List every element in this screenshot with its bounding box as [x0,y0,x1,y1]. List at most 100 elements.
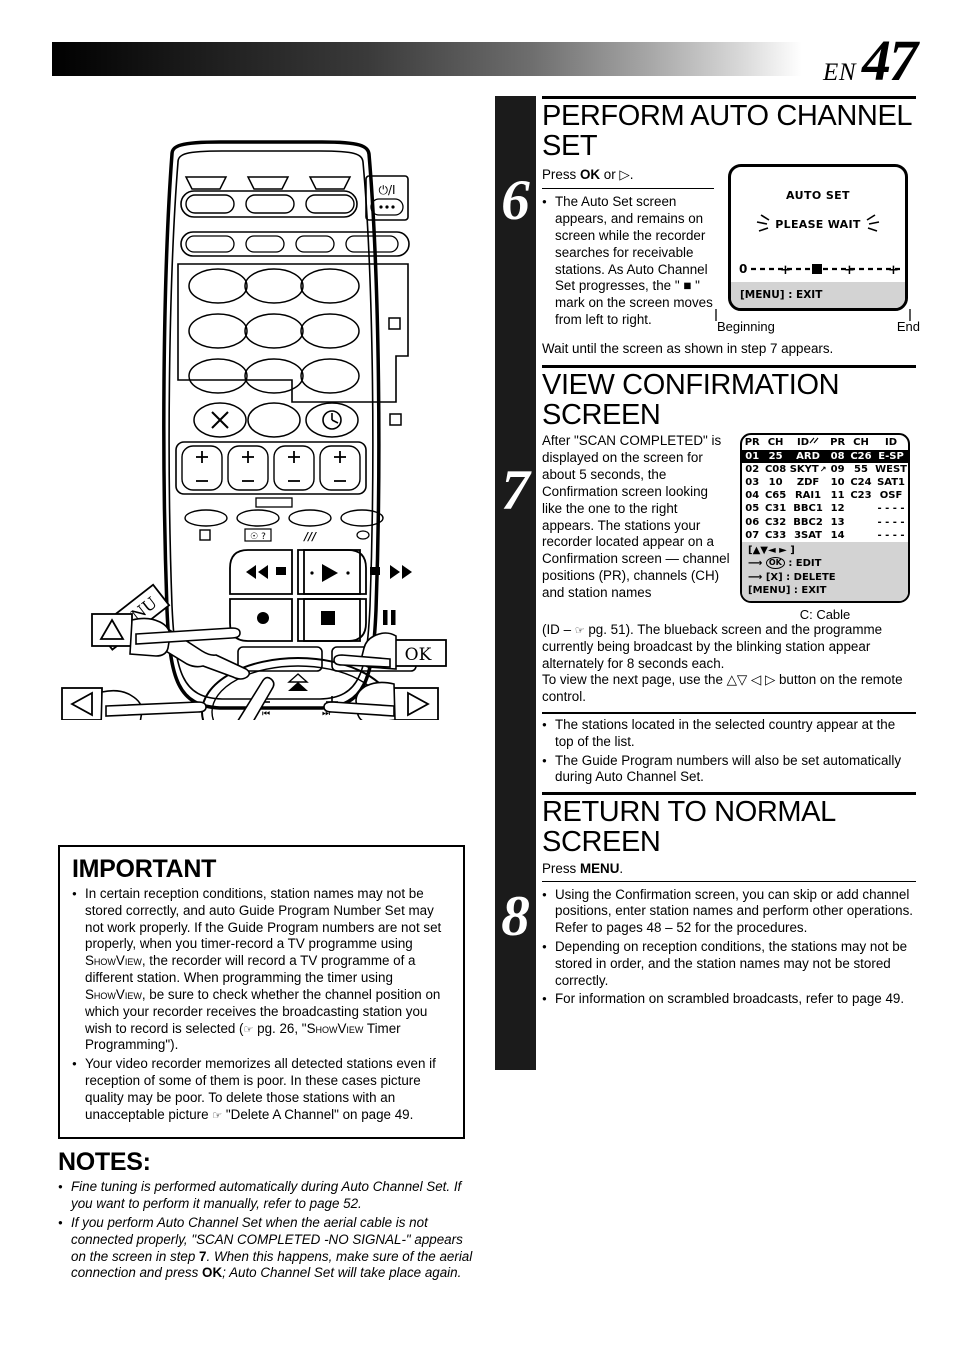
confirmation-table-body: 01 25 ARD 08 C26 E-SP 02 C08 SKYT↗ 09 55 WEST 03 10 ZD… [742,449,908,542]
table-cell-ch-l: C33 [764,529,787,541]
timer-clock-icon [322,410,342,430]
table-cell-pr-r: 08 [830,450,845,462]
remote-body-inner [168,150,374,700]
list-item: Fine tuning is performed automatically d… [58,1179,473,1213]
table-cell-ch-l: C31 [764,503,787,515]
table-row[interactable]: 06 C32 BBC2 13 - - - - [742,516,908,529]
table-row[interactable]: 04 C65 RAI1 11 C23 OSF [742,489,908,502]
table-cell-ch-r [848,516,874,529]
th-id-left: ID [789,435,828,449]
confirmation-table: PR CH ID PR CH ID 01 25 ARD 08 C26 E-SP 02 C08 S… [742,435,908,542]
menu-hint-edit-text: : EDIT [788,558,822,570]
step-6-bullet: The Auto Set screen appears, and remains… [542,194,714,329]
table-cell-id-l: ZDF [796,477,820,488]
auto-set-title: AUTO SET [786,189,850,203]
remote-rocker-group [175,441,367,495]
table-cell-id-l: RAI1 [794,490,822,502]
step-6-bullets: The Auto Set screen appears, and remains… [542,194,714,329]
table-row[interactable]: 07 C33 3SAT 14 - - - - [742,529,908,542]
remote-number-keys [188,268,360,394]
ok-button-glyph: OK [765,557,785,570]
list-item: If you perform Auto Channel Set when the… [58,1215,473,1283]
auto-set-message: PLEASE WAIT [731,213,905,238]
table-cell-pr-r: 10 [830,477,845,488]
table-cell-pr-r: 14 [830,529,845,541]
step-7-bullets: The stations located in the selected cou… [542,717,916,786]
table-cell-pr-r: 11 [830,490,845,502]
callout-up [91,613,133,647]
notes-bullet-list: Fine tuning is performed automatically d… [58,1179,473,1282]
remote-small-tab [255,497,293,508]
table-row[interactable]: 05 C31 BBC1 12 - - - - [742,502,908,515]
table-cell-pr-r: 09 [830,463,845,475]
caption-beginning: Beginning [717,319,775,335]
table-cell-pr-r: 12 [830,503,845,515]
list-item: The stations located in the selected cou… [542,717,916,751]
blink-indicator-icon: ↗ [819,464,827,474]
section-heading-perform-auto-channel-set: PERFORM AUTO CHANNEL SET [542,100,912,163]
table-cell-pr-l: 02 [745,463,760,475]
table-row[interactable]: 01 25 ARD 08 C26 E-SP [742,449,908,463]
table-cell-id-r: E-SP [878,450,904,462]
step-6-instruction: Press OK or ▷. [542,167,714,183]
showview-wordmark: ShowView [306,1020,364,1036]
table-cell-id-r: - - - - [877,516,905,528]
pointing-hand-icon: ☞ [574,623,585,637]
table-cell-id-r: SAT1 [877,477,906,488]
remote-button [185,194,235,214]
step-number-7: 7 [501,459,530,522]
instruction-suffix: . [619,860,624,876]
page-number: 47 [862,28,918,93]
table-row[interactable]: 03 10 ZDF 10 C24 SAT1 [742,476,908,489]
section-heading-return-to-normal-screen: RETURN TO NORMAL SCREEN [542,796,835,859]
svg-text:☉ ?: ☉ ? [250,532,266,542]
header-gradient-band [52,42,802,76]
page-identifier: EN 47 [823,27,918,94]
progress-marker [812,264,822,275]
hand-pointer-left [100,689,207,720]
table-cell-ch-r: C26 [850,450,872,462]
divider-rule [542,365,916,369]
emphasis: OK [202,1265,223,1281]
step-7-paragraph-3: To view the next page, use the △▽ ◁ ▷ bu… [542,672,903,705]
table-cell-id-r: - - - - [877,503,905,515]
pointing-hand-icon: ☞ [243,1022,254,1036]
auto-set-screen-graphic: AUTO SET PLEASE WAIT 0 + + + [MENU]: EX… [728,164,908,312]
table-cell-id-r: OSF [879,490,903,502]
step-6-body: Press OK or ▷. The Auto Set screen appea… [542,164,920,341]
table-cell-pr-l: 03 [745,477,760,488]
confirmation-caption: C: Cable [799,606,851,622]
table-cell-id-r: WEST [875,463,907,475]
menu-hint-nav: [▲▼◄ ► ] [748,544,795,556]
step-number-8: 8 [501,885,530,948]
important-title: IMPORTANT [72,855,217,883]
step-7-body: After "SCAN COMPLETED" is displayed on t… [542,433,916,622]
step-7-paragraph-2: (ID – ☞ pg. 51). The blueback screen and… [542,622,916,672]
table-cell-id-l: 3SAT [794,529,823,541]
menu-hint-delete-text: : DELETE [786,571,836,583]
remote-label-buttons [184,509,384,527]
callout-ok-label: OK [405,645,432,665]
list-item: In certain reception conditions, station… [72,886,451,1054]
notes-title: NOTES: [58,1148,151,1176]
th-pr-left: PR [744,437,760,449]
remote-button [295,235,335,253]
list-item: Your video recorder memorizes all detect… [72,1056,451,1123]
step-8-instruction: Press MENU. [542,861,916,876]
remote-dpad-icons [288,682,308,691]
remote-indicator-square [389,413,402,426]
rewind-label: ⏮ [262,709,270,719]
remote-dpad-outline-icons [287,673,309,683]
remote-transport-cluster [229,549,367,642]
remote-button [345,235,399,253]
text-segment: In certain reception conditions, station… [85,886,442,952]
table-header-row: PR CH ID PR CH ID [742,435,908,449]
svg-text:+: + [844,263,855,276]
blink-indicator-icon [809,438,819,444]
power-icon: ⏻/I [378,183,395,197]
hand-pointer-ok [333,632,397,670]
progress-start-label: 0 [739,262,747,276]
table-row[interactable]: 02 C08 SKYT↗ 09 55 WEST [742,463,908,476]
caption-end: End [896,319,920,335]
delete-key-glyph: [X] [765,571,783,583]
